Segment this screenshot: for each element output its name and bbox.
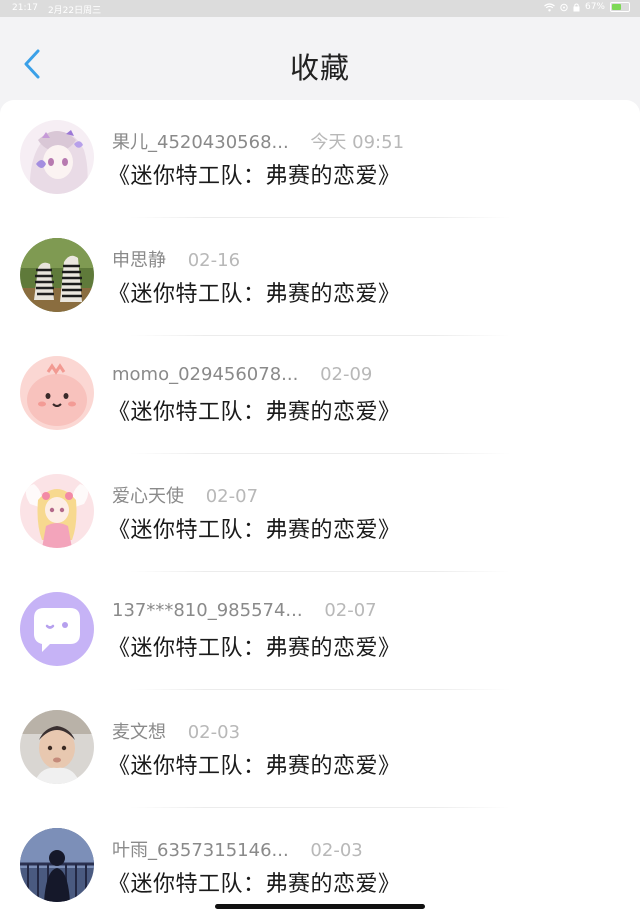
item-title[interactable]: 《迷你特工队：弗赛的恋爱》 bbox=[108, 866, 401, 898]
list-item[interactable]: 申思静 02-16 《迷你特工队：弗赛的恋爱》 bbox=[0, 218, 640, 336]
night-window-avatar[interactable] bbox=[20, 828, 94, 902]
item-date: 02-03 bbox=[187, 722, 241, 743]
item-meta: 爱心天使 02-07 bbox=[112, 482, 258, 508]
item-meta: 果儿_4520430568... 今天 09:51 bbox=[112, 128, 404, 154]
battery-percent: 67% bbox=[584, 2, 605, 12]
list-item[interactable]: 叶雨_6357315146... 02-03 《迷你特工队：弗赛的恋爱》 bbox=[0, 808, 640, 916]
item-title[interactable]: 《迷你特工队：弗赛的恋爱》 bbox=[108, 512, 401, 544]
list-item[interactable]: 爱心天使 02-07 《迷你特工队：弗赛的恋爱》 bbox=[0, 454, 640, 572]
list-item[interactable]: 137***810_985574... 02-07 《迷你特工队：弗赛的恋爱》 bbox=[0, 572, 640, 690]
battery-fill bbox=[612, 4, 622, 10]
user-name[interactable]: 果儿_4520430568... bbox=[112, 132, 289, 153]
list-item[interactable]: 果儿_4520430568... 今天 09:51 《迷你特工队：弗赛的恋爱》 bbox=[0, 100, 640, 218]
list-item[interactable]: momo_029456078... 02-09 《迷你特工队：弗赛的恋爱》 bbox=[0, 336, 640, 454]
angel-girl-avatar[interactable] bbox=[20, 474, 94, 548]
home-indicator[interactable] bbox=[215, 904, 425, 909]
item-meta: 叶雨_6357315146... 02-03 bbox=[112, 836, 363, 862]
favorites-list: 果儿_4520430568... 今天 09:51 《迷你特工队：弗赛的恋爱》 … bbox=[0, 100, 640, 916]
header: 收藏 bbox=[0, 17, 640, 101]
page-title: 收藏 bbox=[289, 51, 350, 85]
item-title[interactable]: 《迷你特工队：弗赛的恋爱》 bbox=[108, 748, 401, 780]
anime-girl-avatar[interactable] bbox=[20, 120, 94, 194]
zebras-avatar[interactable] bbox=[20, 238, 94, 312]
user-name[interactable]: 申思静 bbox=[112, 250, 166, 271]
item-title[interactable]: 《迷你特工队：弗赛的恋爱》 bbox=[108, 158, 401, 190]
status-right: 67% bbox=[544, 2, 630, 12]
status-bar: 21:17 2月22日周三 67% bbox=[0, 0, 640, 17]
location-icon bbox=[560, 3, 568, 12]
item-meta: 麦文想 02-03 bbox=[112, 718, 240, 744]
item-meta: 137***810_985574... 02-07 bbox=[112, 600, 377, 621]
status-left: 21:17 2月22日周三 bbox=[12, 3, 101, 16]
item-date: 02-07 bbox=[205, 486, 259, 507]
user-name[interactable]: 麦文想 bbox=[112, 722, 166, 743]
item-date: 02-03 bbox=[310, 840, 363, 861]
item-title[interactable]: 《迷你特工队：弗赛的恋爱》 bbox=[108, 630, 401, 662]
status-time: 21:17 bbox=[12, 3, 38, 13]
item-date: 02-16 bbox=[187, 250, 241, 271]
user-name[interactable]: momo_029456078... bbox=[112, 364, 298, 385]
item-title[interactable]: 《迷你特工队：弗赛的恋爱》 bbox=[108, 394, 401, 426]
user-name[interactable]: 137***810_985574... bbox=[112, 600, 303, 621]
list-item[interactable]: 麦文想 02-03 《迷你特工队：弗赛的恋爱》 bbox=[0, 690, 640, 808]
wifi-icon bbox=[544, 2, 555, 12]
baby-photo-avatar[interactable] bbox=[20, 710, 94, 784]
item-meta: momo_029456078... 02-09 bbox=[112, 364, 372, 385]
user-name[interactable]: 叶雨_6357315146... bbox=[112, 840, 289, 861]
item-date: 02-09 bbox=[320, 364, 373, 385]
item-date: 今天 09:51 bbox=[310, 132, 405, 153]
pink-blob-avatar[interactable] bbox=[20, 356, 94, 430]
battery-icon bbox=[610, 2, 630, 12]
item-meta: 申思静 02-16 bbox=[112, 246, 240, 272]
chat-bubble-avatar[interactable] bbox=[20, 592, 94, 666]
item-date: 02-07 bbox=[324, 600, 377, 621]
user-name[interactable]: 爱心天使 bbox=[112, 486, 184, 507]
status-date: 2月22日周三 bbox=[47, 6, 102, 16]
lock-icon bbox=[573, 3, 580, 12]
item-title[interactable]: 《迷你特工队：弗赛的恋爱》 bbox=[108, 276, 401, 308]
